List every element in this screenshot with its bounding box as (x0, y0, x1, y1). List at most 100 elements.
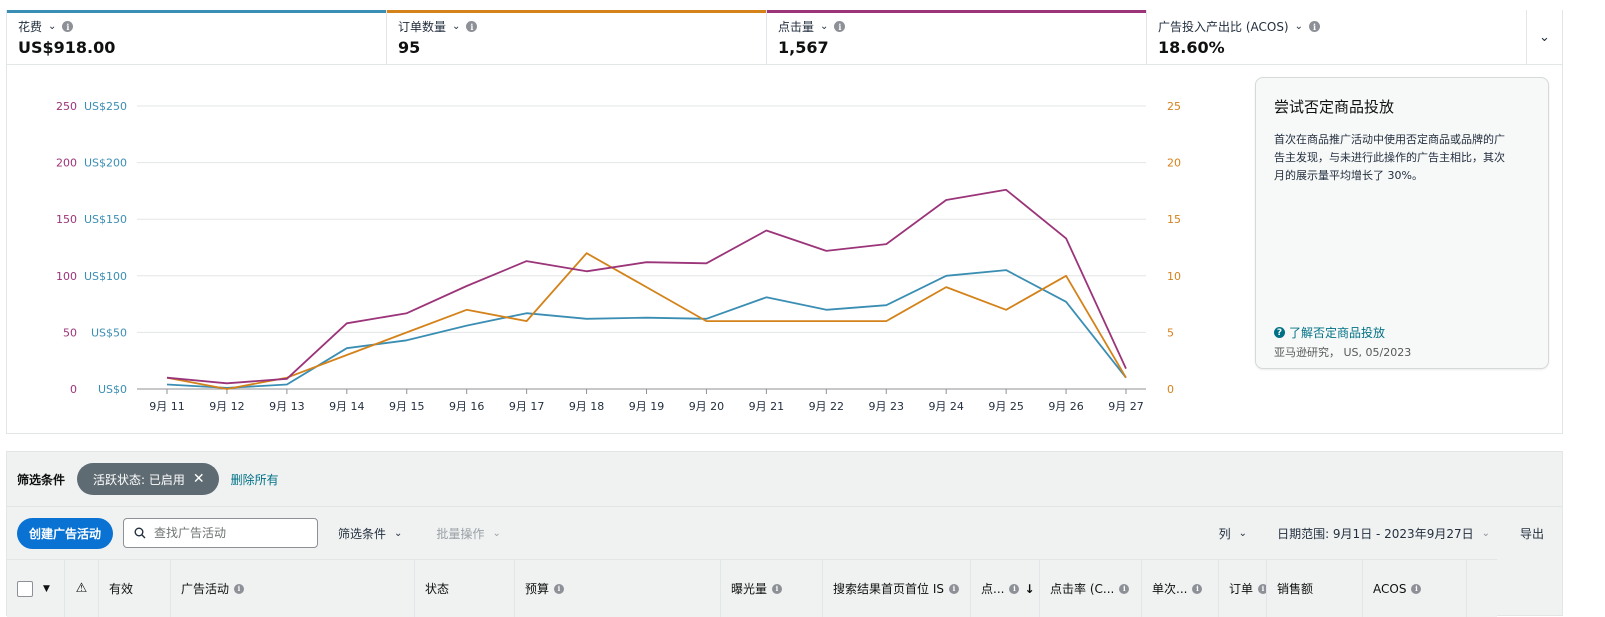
export-button[interactable]: 导出 (1520, 525, 1544, 542)
tip-link-label[interactable]: 了解否定商品投放 (1289, 324, 1385, 341)
column-header[interactable]: 曝光量 i (721, 560, 823, 617)
tip-link[interactable]: ? 了解否定商品投放 (1274, 324, 1385, 341)
series-line (166, 252, 1127, 390)
x-tick-label: 9月 24 (928, 400, 964, 413)
filter-row: 筛选条件 活跃状态: 已启用 ✕ 删除所有 (7, 452, 1562, 507)
filter-chip-label: 活跃状态: 已启用 (93, 472, 185, 487)
y-tick-label-orders: 15 (1167, 213, 1181, 226)
bulk-actions-label: 批量操作 (436, 526, 485, 541)
y-tick-label-spend: US$150 (84, 213, 127, 226)
x-tick-label: 9月 11 (149, 400, 185, 413)
search-input[interactable] (152, 525, 307, 541)
x-tick-label: 9月 17 (509, 400, 545, 413)
table-header: ▼ ⚠ 有效 广告活动 i 状态 预算 i 曝光量 i 搜索结果首页首位 IS i 点.… (7, 559, 1497, 617)
sort-descending-icon[interactable]: ↓ (1024, 582, 1034, 596)
x-tick-label: 9月 25 (988, 400, 1024, 413)
columns-label: 列 (1218, 526, 1231, 541)
date-range-dropdown[interactable]: 日期范围: 9月1日 - 2023年9月27日 ⌄ (1277, 525, 1490, 542)
column-header[interactable]: 预算 i (515, 560, 721, 617)
filter-title: 筛选条件 (17, 472, 66, 487)
info-icon[interactable]: i (1009, 583, 1020, 594)
warning-icon: ⚠ (75, 581, 88, 596)
x-tick-label: 9月 13 (269, 400, 305, 413)
close-icon[interactable]: ✕ (193, 471, 205, 487)
select-all-checkbox[interactable] (17, 580, 33, 597)
x-tick-label: 9月 22 (809, 400, 845, 413)
y-tick-label-orders: 5 (1167, 326, 1174, 339)
x-tick-label: 9月 23 (869, 400, 905, 413)
x-tick-label: 9月 21 (749, 400, 785, 413)
y-tick-label-spend: US$50 (91, 326, 127, 339)
clear-filters-link[interactable]: 删除所有 (231, 471, 279, 488)
chevron-down-icon[interactable]: ▼ (43, 584, 50, 594)
search-icon (134, 527, 146, 539)
y-tick-label-spend: US$200 (84, 157, 127, 170)
info-icon[interactable]: i (1411, 583, 1422, 594)
info-icon[interactable]: i (1309, 21, 1321, 32)
campaign-section: 筛选条件 活跃状态: 已启用✕ 删除所有 创建广告活动 筛选条件⌄ 批量操作⌄ … (6, 451, 1563, 617)
x-tick-label: 9月 26 (1048, 400, 1084, 413)
column-header[interactable]: 销售额 (1267, 560, 1363, 617)
chevron-down-icon: ⌄ (492, 527, 501, 539)
y-tick-label-clicks: 100 (56, 270, 77, 283)
x-tick-label: 9月 20 (689, 400, 725, 413)
y-tick-label-orders: 20 (1167, 157, 1181, 170)
chevron-down-icon: ⌄ (1481, 527, 1490, 539)
info-icon[interactable]: i (948, 583, 959, 594)
chevron-down-icon: ⌄ (1238, 527, 1248, 539)
bulk-actions-dropdown[interactable]: 批量操作 ⌄ (436, 525, 500, 542)
column-header[interactable]: 状态 (415, 560, 515, 617)
help-icon: ? (1274, 327, 1285, 338)
toolbar: 创建广告活动 筛选条件⌄ 批量操作⌄ 列⌄ 日期范围: 9月1日 - 2023年… (7, 507, 1562, 559)
tip-source: 亚马逊研究， US, 05/2023 (1274, 346, 1412, 359)
date-range-label: 日期范围: 9月1日 - 2023年9月27日 (1277, 526, 1474, 541)
column-header[interactable]: 广告活动 i (171, 560, 415, 617)
y-tick-label-orders: 25 (1167, 100, 1181, 113)
y-tick-label-spend: US$0 (98, 383, 127, 396)
y-tick-label-spend: US$250 (84, 100, 127, 113)
y-tick-label-orders: 10 (1167, 270, 1181, 283)
info-icon[interactable]: i (1119, 583, 1130, 594)
filter-dropdown-label: 筛选条件 (338, 526, 387, 541)
info-icon[interactable]: i (772, 583, 783, 594)
info-icon[interactable]: i (554, 583, 565, 594)
x-tick-label: 9月 16 (449, 400, 485, 413)
x-tick-label: 9月 18 (569, 400, 605, 413)
x-tick-label: 9月 15 (389, 400, 425, 413)
info-icon[interactable]: i (1192, 583, 1203, 594)
column-header[interactable]: 单次... i (1142, 560, 1219, 617)
y-tick-label-clicks: 0 (70, 383, 77, 396)
search-box[interactable] (123, 518, 319, 548)
tip-card: 尝试否定商品投放 首次在商品推广活动中使用否定商品或品牌的广告主发现，与未进行此… (1255, 77, 1549, 369)
y-tick-label-clicks: 250 (56, 100, 77, 113)
info-icon[interactable]: i (234, 583, 245, 594)
expand-metrics-chevron-icon[interactable]: ⌄ (1527, 10, 1562, 64)
alert-column-header: ⚠ (65, 560, 99, 617)
filter-chip-status[interactable]: 活跃状态: 已启用 ✕ (77, 463, 219, 495)
x-tick-label: 9月 19 (629, 400, 665, 413)
column-header[interactable]: ACOS i (1363, 560, 1467, 617)
tip-body: 首次在商品推广活动中使用否定商品或品牌的广告主发现，与未进行此操作的广告主相比，… (1274, 133, 1505, 182)
column-header[interactable]: 点击率 (C... i (1040, 560, 1142, 617)
x-tick-label: 9月 14 (329, 400, 365, 413)
y-tick-label-spend: US$100 (84, 270, 127, 283)
y-tick-label-clicks: 50 (63, 326, 77, 339)
select-all-header[interactable]: ▼ (7, 560, 65, 617)
column-header[interactable]: 有效 (99, 560, 171, 617)
info-icon[interactable]: i (1258, 583, 1266, 594)
columns-dropdown[interactable]: 列 ⌄ (1219, 525, 1247, 542)
x-tick-label: 9月 27 (1108, 400, 1144, 413)
column-header-sorted[interactable]: 点... i ↓ (971, 560, 1040, 617)
filter-dropdown[interactable]: 筛选条件 ⌄ (338, 525, 402, 542)
tip-title: 尝试否定商品投放 (1274, 98, 1395, 116)
y-tick-label-clicks: 150 (56, 213, 77, 226)
column-header[interactable]: 搜索结果首页首位 IS i (823, 560, 971, 617)
performance-line-chart: 250 US$250 25200 US$200 20150 US$150 15100 US$1… (56, 100, 1181, 413)
y-tick-label-orders: 0 (1167, 383, 1174, 396)
column-header[interactable]: 订单 i (1219, 560, 1267, 617)
create-campaign-button[interactable]: 创建广告活动 (17, 517, 114, 549)
chevron-down-icon[interactable]: ⌄ (1295, 21, 1303, 32)
chevron-down-icon: ⌄ (394, 527, 403, 539)
x-tick-label: 9月 12 (209, 400, 245, 413)
y-tick-label-clicks: 200 (56, 157, 77, 170)
